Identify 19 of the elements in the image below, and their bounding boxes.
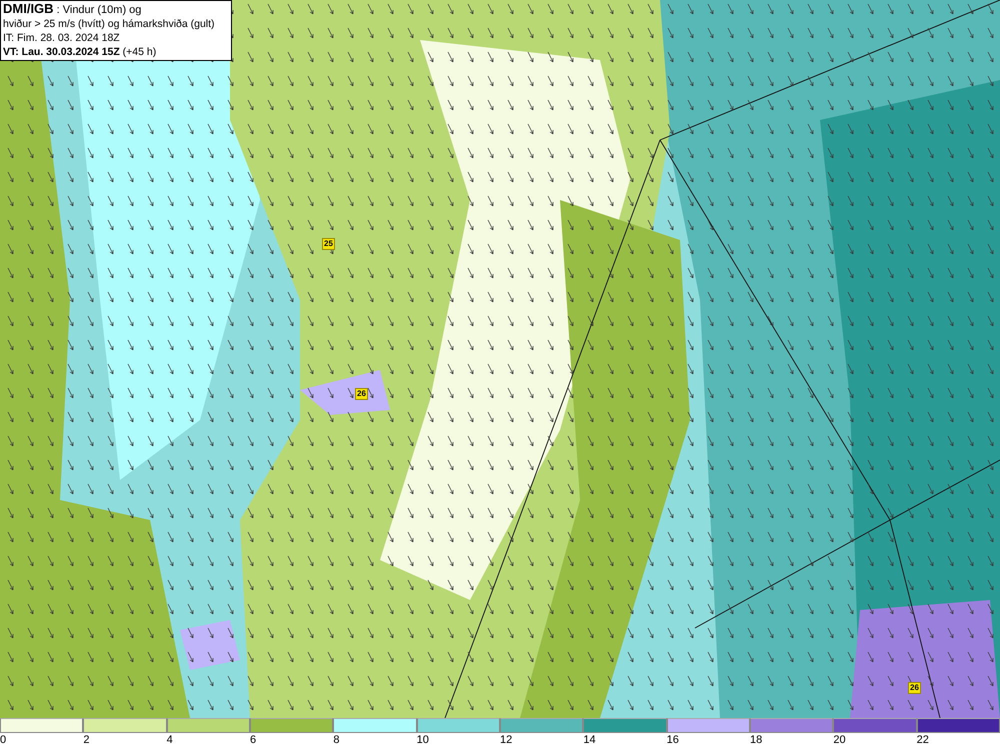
legend-tick-label: 2 [83,733,90,747]
legend-tick-label: 20 [833,733,846,747]
legend-tick-label: 10 [416,733,429,747]
gust-label: 26 [355,388,368,400]
info-line: IT: Fim. 28. 03. 2024 18Z [3,31,121,45]
legend-tick-label: 16 [666,733,679,747]
info-line: hviður > 25 m/s (hvítt) og hámarkshviða (gult) [3,17,216,31]
legend-tick-label: 12 [500,733,512,747]
gust-label: 26 [908,682,921,694]
legend-tick-label: 4 [166,733,173,747]
gust-label: 25 [322,238,335,250]
info-line: VT: Lau. 30.03.2024 15Z (+45 h) [3,45,158,59]
info-line: DMI/IGB : Vindur (10m) og [3,2,142,17]
legend-tick-label: 18 [750,733,762,747]
legend-tick-label: 6 [250,733,256,747]
legend-tick-label: 22 [916,733,929,747]
legend-tick-label: 0 [0,733,6,747]
legend-tick-label: 14 [583,733,596,747]
legend-tick-label: 8 [333,733,340,747]
